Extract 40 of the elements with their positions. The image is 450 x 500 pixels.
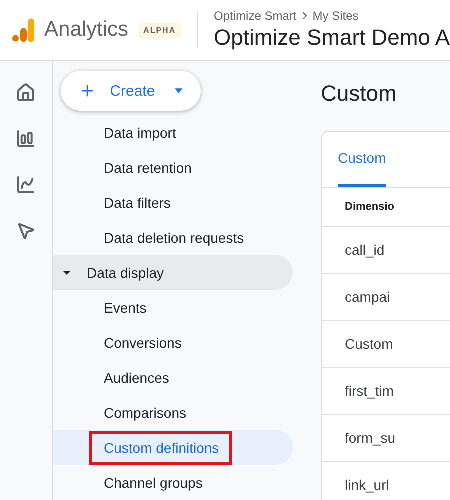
caret-icon <box>63 268 71 276</box>
nav-item[interactable]: Channel groups <box>53 465 293 500</box>
breadcrumb-link[interactable]: My Sites <box>312 9 359 23</box>
table-cell: link_url <box>322 462 450 500</box>
nav-item[interactable]: Audiences <box>53 360 293 395</box>
breadcrumb-link[interactable]: Optimize Smart <box>214 9 297 23</box>
create-button[interactable]: Create <box>61 71 201 111</box>
home-icon[interactable] <box>16 83 36 103</box>
property-name[interactable]: Optimize Smart Demo A <box>214 25 450 51</box>
table-cell: Custom <box>322 321 450 368</box>
tab[interactable]: Custom <box>338 132 386 187</box>
table-cell: call_id <box>322 227 450 274</box>
nav-group-label: Data display <box>87 264 164 280</box>
nav-item[interactable]: Data filters <box>53 185 293 220</box>
highlighted-label: Custom definitions <box>92 434 230 462</box>
nav-item-label: Channel groups <box>104 474 203 490</box>
cursor-icon[interactable] <box>16 221 36 241</box>
table-cell: first_tim <box>322 368 450 415</box>
nav-item-label: Events <box>104 300 147 316</box>
table-cell: campai <box>322 274 450 321</box>
nav-item-label: Conversions <box>104 334 182 350</box>
nav-item[interactable]: Conversions <box>53 325 293 360</box>
bar-chart-icon[interactable] <box>16 129 36 149</box>
nav-item-label: Audiences <box>104 370 170 386</box>
column-header[interactable]: Dimensio <box>322 188 450 227</box>
nav-group[interactable]: Data display <box>53 255 293 290</box>
page-title: Custom <box>321 81 398 107</box>
table-cell: form_su <box>322 415 450 462</box>
trend-chart-icon[interactable] <box>16 175 36 195</box>
nav-item-label: Comparisons <box>104 404 186 420</box>
caret-icon <box>175 88 183 94</box>
nav-item[interactable]: Custom definitions <box>53 430 293 465</box>
nav-item[interactable]: Data import <box>53 115 293 150</box>
logo-icon <box>12 16 35 44</box>
nav-item[interactable]: Data deletion requests <box>53 220 293 255</box>
alpha-badge: ALPHA <box>138 22 182 38</box>
nav-item[interactable]: Events <box>53 290 293 325</box>
app-name: Analytics <box>44 18 129 42</box>
nav-item[interactable]: Data retention <box>53 150 293 185</box>
nav-item[interactable]: Comparisons <box>53 395 293 430</box>
